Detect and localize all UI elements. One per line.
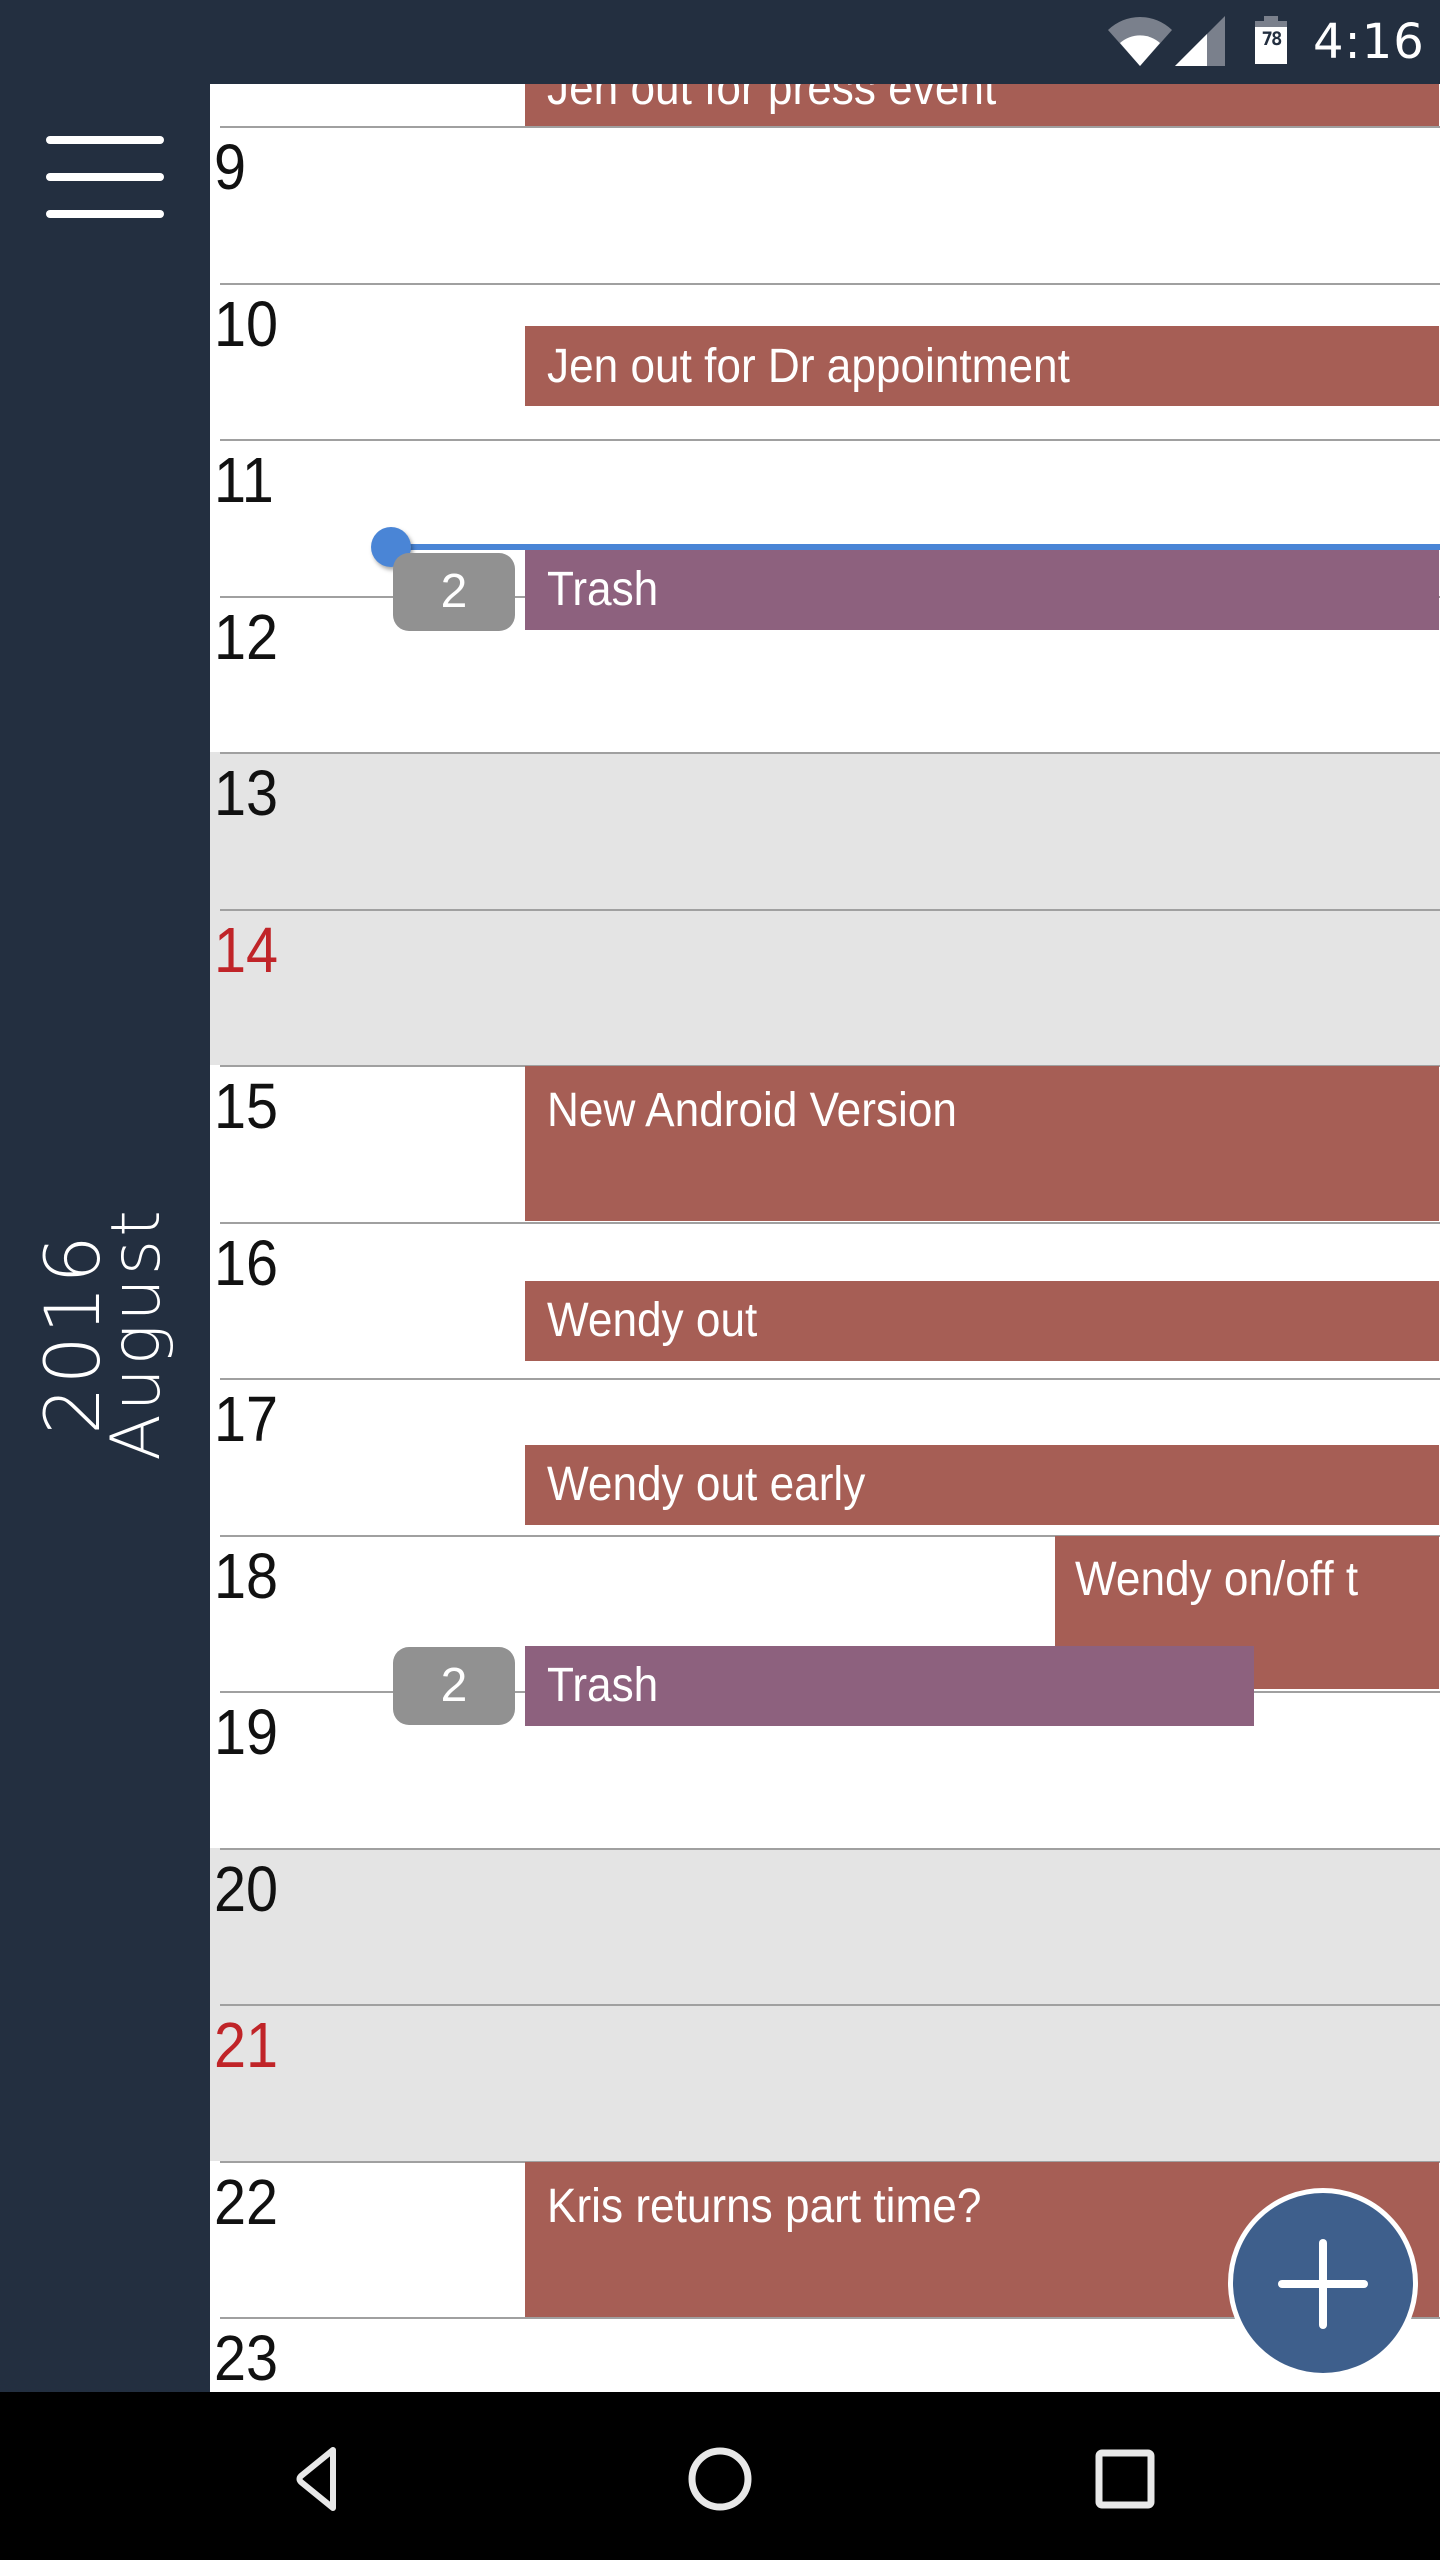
recents-icon: [1095, 2449, 1155, 2509]
day-row[interactable]: 13: [210, 752, 1440, 909]
day-row[interactable]: 9: [210, 126, 1440, 283]
sidebar: 2016 August: [0, 84, 210, 2392]
event-item[interactable]: Jen out for Dr appointment: [525, 326, 1439, 406]
day-divider: [220, 126, 1440, 128]
recents-button[interactable]: [1064, 2432, 1184, 2522]
event-title: Trash: [547, 1659, 659, 1712]
event-title: Jen out for Dr appointment: [547, 340, 1070, 393]
battery-icon: 78: [1255, 16, 1287, 64]
navigation-bar: [0, 2392, 1440, 2560]
status-bar: 78 4:16: [0, 0, 1440, 84]
back-button[interactable]: [255, 2432, 375, 2522]
day-divider: [220, 439, 1440, 441]
day-number: 22: [214, 2165, 279, 2238]
event-title: Wendy on/off t: [1075, 1553, 1359, 1606]
battery-level: 78: [1261, 28, 1283, 50]
clock: 4:16: [1313, 14, 1425, 70]
event-item[interactable]: Trash: [525, 1646, 1254, 1726]
day-divider: [220, 752, 1440, 754]
cell-signal-icon: [1175, 16, 1225, 66]
day-number: 10: [214, 287, 279, 360]
day-number: 9: [214, 131, 247, 203]
day-row[interactable]: 14: [210, 908, 1440, 1065]
year-label: 2016: [28, 1233, 117, 1435]
event-title: Wendy out: [547, 1294, 758, 1347]
day-number: 21: [214, 2009, 279, 2081]
day-number: 12: [214, 600, 279, 673]
day-number: 23: [214, 2322, 279, 2392]
event-title: Jen out for press event: [547, 84, 997, 115]
day-divider: [220, 2004, 1440, 2006]
day-number: 13: [214, 757, 279, 829]
home-icon: [688, 2447, 752, 2511]
month-label: August: [97, 1207, 176, 1461]
add-event-button[interactable]: [1228, 2188, 1418, 2378]
event-count-badge[interactable]: 2: [393, 1647, 515, 1725]
event-title: Trash: [547, 563, 659, 616]
day-number: 18: [214, 1539, 279, 1612]
event-count-badge[interactable]: 2: [393, 553, 515, 631]
event-item[interactable]: New Android Version: [525, 1066, 1439, 1221]
day-divider: [220, 1847, 1440, 1850]
event-title: Kris returns part time?: [547, 2180, 982, 2233]
day-row[interactable]: 20: [210, 1847, 1440, 2004]
day-divider: [220, 1221, 1440, 1224]
day-row[interactable]: 21: [210, 2004, 1440, 2161]
day-number: 11: [214, 444, 274, 516]
day-number: 19: [214, 1696, 279, 1768]
wifi-icon: [1108, 17, 1172, 66]
day-divider: [220, 1378, 1440, 1380]
event-item[interactable]: Trash: [525, 550, 1439, 630]
menu-button[interactable]: [40, 134, 170, 244]
day-number: 16: [214, 1226, 279, 1299]
month-year-label[interactable]: 2016 August: [28, 1207, 176, 1461]
home-button[interactable]: [660, 2432, 780, 2522]
event-title: Wendy out early: [547, 1458, 866, 1511]
event-item[interactable]: Wendy out: [525, 1281, 1439, 1361]
day-divider: [220, 282, 1440, 285]
event-item[interactable]: Jen out for press event: [525, 84, 1439, 126]
calendar-list[interactable]: Jen out for press event 9 10 11 12 13 14 15 16 1…: [210, 84, 1440, 2392]
day-number: 15: [214, 1070, 279, 1142]
day-number: 20: [214, 1852, 279, 1925]
day-number: 14: [214, 913, 279, 986]
back-icon: [296, 2447, 336, 2511]
event-item[interactable]: Wendy out early: [525, 1445, 1439, 1525]
day-divider: [220, 908, 1440, 911]
day-number: 17: [214, 1383, 279, 1455]
event-title: New Android Version: [547, 1084, 957, 1137]
